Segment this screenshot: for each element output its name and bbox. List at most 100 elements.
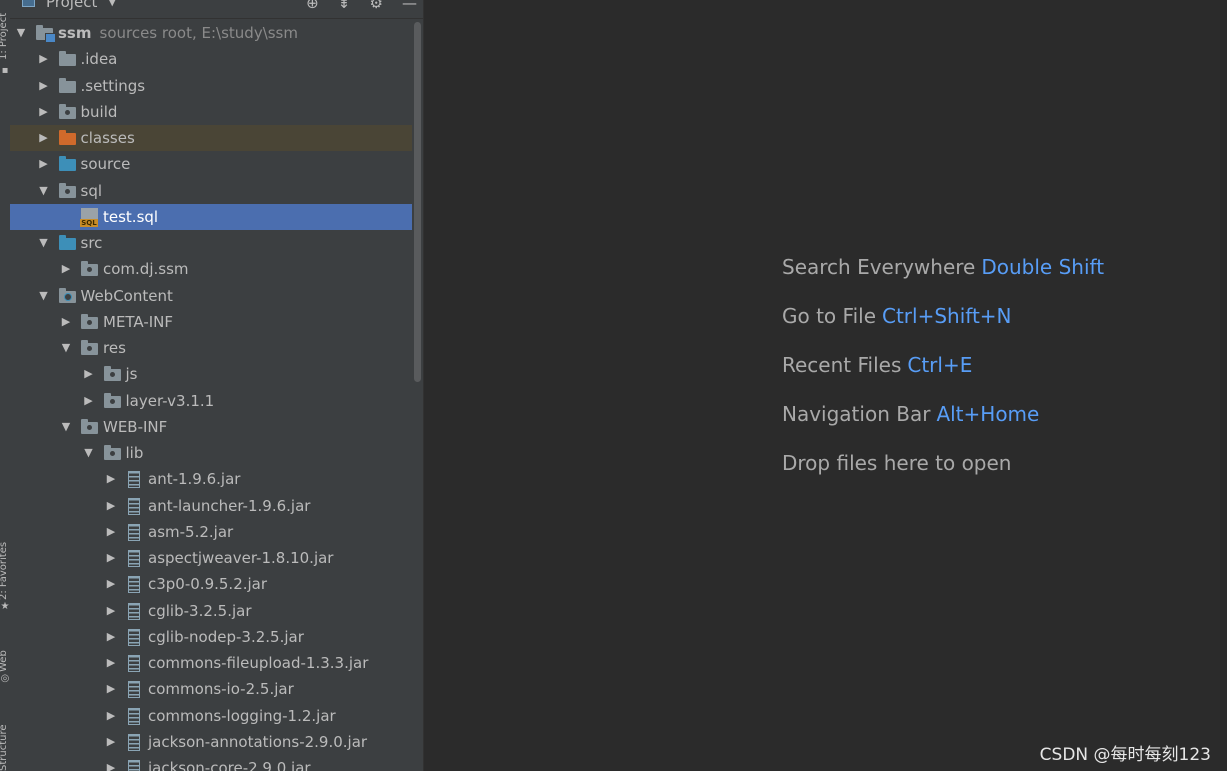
- tree-item-label: commons-fileupload-1.3.3.jar: [148, 650, 368, 676]
- collapsed-arrow-icon[interactable]: ▶: [104, 493, 118, 519]
- package-folder-icon: [58, 182, 76, 198]
- tree-row[interactable]: ▶ jackson-core-2.9.0.jar: [10, 755, 412, 771]
- tree-row[interactable]: ▼ WEB-INF: [10, 414, 412, 440]
- tree-row[interactable]: ▶ com.dj.ssm: [10, 256, 412, 282]
- tree-row[interactable]: ▶ cglib-3.2.5.jar: [10, 598, 412, 624]
- tree-row[interactable]: ▶ jackson-annotations-2.9.0.jar: [10, 729, 412, 755]
- tree-item-label: cglib-3.2.5.jar: [148, 598, 252, 624]
- view-dropdown-arrow-icon[interactable]: ▼: [108, 0, 116, 8]
- expanded-arrow-icon[interactable]: ▼: [82, 440, 96, 466]
- tree-row[interactable]: ▶ commons-fileupload-1.3.3.jar: [10, 650, 412, 676]
- tree-row[interactable]: ▼ ssm sources root, E:\study\ssm: [10, 20, 412, 46]
- tree-scrollbar-thumb[interactable]: [414, 22, 421, 382]
- collapsed-arrow-icon[interactable]: ▶: [104, 519, 118, 545]
- collapsed-arrow-icon[interactable]: ▶: [104, 466, 118, 492]
- tree-row[interactable]: ▼ sql: [10, 178, 412, 204]
- tree-row[interactable]: test.sql: [10, 203, 412, 230]
- package-folder-icon: [103, 392, 121, 408]
- jar-file-icon: [128, 655, 140, 672]
- tree-item-label: ssm sources root, E:\study\ssm: [58, 20, 298, 46]
- tree-row[interactable]: ▼ res: [10, 335, 412, 361]
- collapsed-arrow-icon[interactable]: ▶: [82, 361, 96, 387]
- hint-shortcut: Ctrl+Shift+N: [882, 304, 1012, 328]
- tree-row[interactable]: ▶ ant-launcher-1.9.6.jar: [10, 493, 412, 519]
- tree-row[interactable]: ▶ .idea: [10, 46, 412, 72]
- collapsed-arrow-icon[interactable]: ▶: [37, 46, 51, 72]
- expanded-arrow-icon[interactable]: ▼: [37, 178, 51, 204]
- collapsed-arrow-icon[interactable]: ▶: [59, 309, 73, 335]
- collapsed-arrow-icon[interactable]: ▶: [104, 598, 118, 624]
- package-folder-icon: [103, 366, 121, 382]
- tree-row[interactable]: ▼ lib: [10, 440, 412, 466]
- collapse-all-icon[interactable]: ⇟: [338, 0, 351, 12]
- tree-row[interactable]: ▶ aspectjweaver-1.8.10.jar: [10, 545, 412, 571]
- tree-row[interactable]: ▶ META-INF: [10, 309, 412, 335]
- source-folder-icon: [58, 156, 76, 172]
- web-tool-tab[interactable]: Web: [0, 640, 10, 672]
- favorites-tool-tab[interactable]: 2: Favorites: [0, 520, 10, 600]
- tree-row[interactable]: ▶ ant-1.9.6.jar: [10, 466, 412, 492]
- expanded-arrow-icon[interactable]: ▼: [59, 335, 73, 361]
- tree-item-name: ant-launcher-1.9.6.jar: [148, 496, 311, 515]
- tree-row[interactable]: ▶ commons-io-2.5.jar: [10, 676, 412, 702]
- hide-panel-icon[interactable]: —: [402, 0, 417, 12]
- locate-file-crosshair-icon[interactable]: ⊕: [306, 0, 319, 12]
- editor-hint: Search Everywhere Double Shift: [782, 250, 1104, 299]
- collapsed-arrow-icon[interactable]: ▶: [104, 650, 118, 676]
- tree-row[interactable]: ▶ js: [10, 361, 412, 387]
- tree-row[interactable]: ▶ c3p0-0.9.5.2.jar: [10, 571, 412, 597]
- tree-row[interactable]: ▶ layer-v3.1.1: [10, 388, 412, 414]
- tree-row[interactable]: ▶ source: [10, 151, 412, 177]
- collapsed-arrow-icon[interactable]: ▶: [104, 545, 118, 571]
- tree-row[interactable]: ▶ asm-5.2.jar: [10, 519, 412, 545]
- tree-item-name: sql: [80, 181, 103, 200]
- tree-row[interactable]: ▶ commons-logging-1.2.jar: [10, 703, 412, 729]
- hint-action: Drop files here to open: [782, 451, 1012, 475]
- package-folder-icon: [81, 261, 98, 277]
- tree-item-name: commons-fileupload-1.3.3.jar: [148, 654, 369, 672]
- collapsed-arrow-icon[interactable]: ▶: [37, 99, 51, 125]
- project-view-title[interactable]: Project: [46, 0, 97, 11]
- tree-scrollbar[interactable]: [412, 20, 423, 771]
- tree-row[interactable]: ▶ .settings: [10, 73, 412, 99]
- tree-item-name: src: [80, 234, 103, 252]
- sql-file-icon: [80, 207, 98, 227]
- expanded-arrow-icon[interactable]: ▼: [37, 283, 51, 309]
- project-tool-tab[interactable]: 1: Project: [0, 0, 10, 60]
- expanded-arrow-icon[interactable]: ▼: [14, 20, 28, 46]
- collapsed-arrow-icon[interactable]: ▶: [37, 151, 51, 177]
- collapsed-arrow-icon[interactable]: ▶: [37, 125, 51, 151]
- collapsed-arrow-icon[interactable]: ▶: [104, 676, 118, 702]
- collapsed-arrow-icon[interactable]: ▶: [37, 73, 51, 99]
- hint-action: Recent Files: [782, 353, 902, 377]
- collapsed-arrow-icon[interactable]: ▶: [104, 571, 118, 597]
- editor-hint: Go to File Ctrl+Shift+N: [782, 299, 1104, 348]
- collapsed-arrow-icon[interactable]: ▶: [104, 624, 118, 650]
- tree-item-label: src: [81, 230, 103, 256]
- collapsed-arrow-icon[interactable]: ▶: [104, 729, 118, 755]
- jar-file-icon: [128, 523, 140, 541]
- tree-item-label: commons-io-2.5.jar: [148, 676, 294, 702]
- tree-item-label: com.dj.ssm: [103, 256, 189, 282]
- collapsed-arrow-icon[interactable]: ▶: [59, 256, 73, 282]
- tree-item-name: jackson-core-2.9.0.jar: [148, 759, 311, 771]
- tree-item-label: .settings: [81, 73, 146, 99]
- expanded-arrow-icon[interactable]: ▼: [37, 230, 51, 256]
- collapsed-arrow-icon[interactable]: ▶: [104, 755, 118, 771]
- tree-row[interactable]: ▶ cglib-nodep-3.2.5.jar: [10, 624, 412, 650]
- tree-item-label: jackson-core-2.9.0.jar: [148, 755, 311, 771]
- tree-row[interactable]: ▼ src: [10, 230, 412, 256]
- collapsed-arrow-icon[interactable]: ▶: [104, 703, 118, 729]
- gear-icon[interactable]: ⚙: [369, 0, 382, 12]
- collapsed-arrow-icon[interactable]: ▶: [82, 388, 96, 414]
- expanded-arrow-icon[interactable]: ▼: [59, 414, 73, 440]
- tree-item-label: build: [81, 99, 118, 125]
- jar-file-icon: [128, 760, 140, 771]
- structure-tool-tab[interactable]: Structure: [0, 708, 10, 771]
- tree-row[interactable]: ▶ build: [10, 99, 412, 125]
- editor-hint: Drop files here to open: [782, 446, 1104, 495]
- tree-row[interactable]: ▼ WebContent: [10, 283, 412, 309]
- tree-row[interactable]: ▶ classes: [10, 125, 412, 152]
- tree-item-name: WebContent: [80, 286, 173, 305]
- editor-empty-area[interactable]: Search Everywhere Double Shift Go to File C…: [425, 0, 1227, 771]
